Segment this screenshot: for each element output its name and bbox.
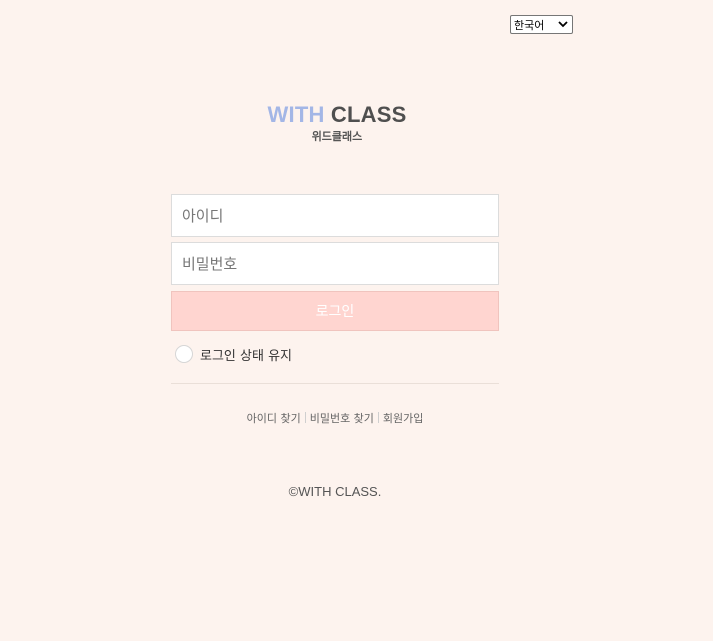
keep-logged-in-option[interactable]: 로그인 상태 유지 bbox=[175, 343, 292, 365]
logo-title-part2: CLASS bbox=[330, 102, 407, 127]
logo-title-part1: WITH bbox=[267, 102, 325, 127]
find-id-link[interactable]: 아이디 찾기 bbox=[247, 412, 301, 425]
sign-up-link[interactable]: 회원가입 bbox=[383, 412, 423, 425]
login-page: 한국어 WITH CLASS 위드클래스 로그인 로그인 상태 유지 아이디 찾… bbox=[0, 0, 713, 641]
brand-logo: WITH CLASS 위드클래스 bbox=[258, 102, 416, 150]
id-input[interactable] bbox=[171, 194, 499, 237]
logo-subtitle: 위드클래스 bbox=[311, 130, 363, 143]
language-select-value: 한국어 bbox=[514, 18, 545, 32]
find-password-link[interactable]: 비밀번호 찾기 bbox=[310, 412, 374, 425]
copyright-text: ©WITH CLASS. bbox=[288, 484, 382, 499]
password-input[interactable] bbox=[171, 242, 499, 285]
account-links: 아이디 찾기 비밀번호 찾기 회원가입 bbox=[171, 410, 499, 426]
logo-title: WITH CLASS bbox=[258, 102, 416, 128]
divider bbox=[171, 383, 499, 384]
link-separator bbox=[377, 412, 379, 423]
link-separator bbox=[304, 412, 306, 423]
keep-logged-in-label: 로그인 상태 유지 bbox=[200, 348, 292, 364]
keep-logged-in-radio[interactable] bbox=[175, 345, 193, 363]
login-button[interactable]: 로그인 bbox=[171, 291, 499, 331]
language-select[interactable]: 한국어 bbox=[510, 15, 573, 34]
chevron-down-icon bbox=[558, 20, 568, 30]
